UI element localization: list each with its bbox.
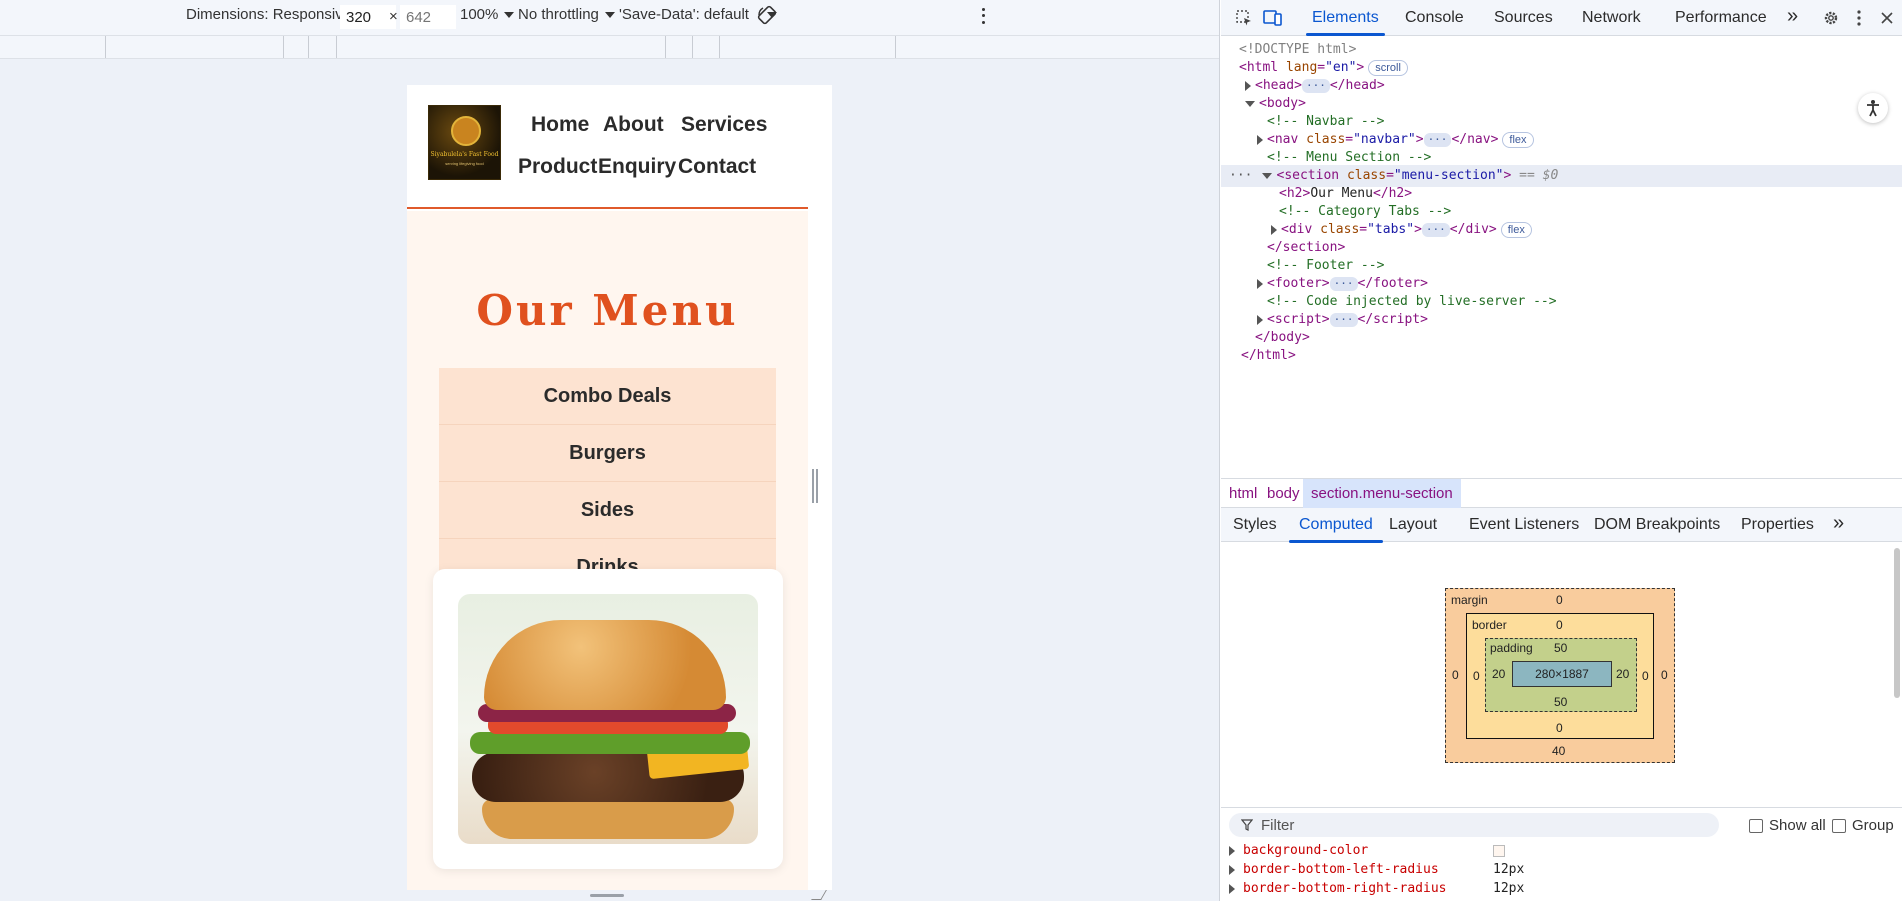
tab-network[interactable]: Network xyxy=(1582,9,1641,27)
tab-burgers[interactable]: Burgers xyxy=(439,425,776,482)
menu-title: Our Menu xyxy=(476,286,739,335)
subtab-layout[interactable]: Layout xyxy=(1389,516,1437,534)
box-model-margin[interactable]: margin 0 0 0 40 border 0 0 0 0 padding 5… xyxy=(1445,588,1675,763)
margin-right[interactable]: 0 xyxy=(1661,668,1668,682)
breadcrumb-body[interactable]: body xyxy=(1259,479,1308,508)
subtab-dom-breakpoints[interactable]: DOM Breakpoints xyxy=(1594,516,1720,534)
computed-prop-row[interactable]: border-bottom-right-radius 12px xyxy=(1221,879,1902,899)
burger-image xyxy=(458,594,758,844)
accessibility-icon[interactable] xyxy=(1858,93,1888,123)
margin-bottom[interactable]: 40 xyxy=(1552,744,1565,758)
nav-product[interactable]: Product xyxy=(518,155,597,179)
computed-prop-row[interactable]: background-color xyxy=(1221,841,1902,861)
nav-about[interactable]: About xyxy=(603,113,664,137)
devtools-panel: Elements Console Sources Network Perform… xyxy=(1221,0,1902,901)
close-icon[interactable] xyxy=(1876,7,1898,29)
group-checkbox[interactable]: Group xyxy=(1832,817,1894,834)
margin-label: margin xyxy=(1451,593,1488,607)
border-left[interactable]: 0 xyxy=(1473,669,1480,683)
padding-left[interactable]: 20 xyxy=(1492,667,1505,681)
device-emulation-area: Dimensions: Responsive × 100% No throttl… xyxy=(0,0,1220,901)
zoom-label: 100% xyxy=(460,6,499,23)
tab-combo-deals[interactable]: Combo Deals xyxy=(439,368,776,425)
tab-console[interactable]: Console xyxy=(1405,9,1464,27)
filter-placeholder: Filter xyxy=(1261,816,1295,834)
device-toolbar: Dimensions: Responsive × 100% No throttl… xyxy=(0,0,1219,35)
computed-filter-bar: Filter Show all Group xyxy=(1221,807,1902,841)
resize-handle-bottom[interactable] xyxy=(590,894,624,897)
computed-scrollbar[interactable] xyxy=(1894,548,1900,698)
subtab-event-listeners[interactable]: Event Listeners xyxy=(1469,516,1579,534)
filter-input[interactable]: Filter xyxy=(1229,813,1719,837)
tab-performance[interactable]: Performance xyxy=(1675,9,1767,27)
margin-left[interactable]: 0 xyxy=(1452,668,1459,682)
dimensions-label: Dimensions: Responsive xyxy=(186,6,352,23)
chevron-down-icon xyxy=(604,11,615,18)
media-query-ruler xyxy=(0,35,1219,59)
inspect-element-icon[interactable] xyxy=(1233,7,1255,29)
menu-item-card[interactable] xyxy=(433,569,783,869)
padding-label: padding xyxy=(1490,641,1533,655)
customize-menu-icon[interactable] xyxy=(1848,7,1870,29)
height-input[interactable] xyxy=(400,5,456,29)
rotate-icon[interactable] xyxy=(757,5,777,25)
site-logo[interactable]: Siyabulela's Fast Food serving lifegivin… xyxy=(428,105,501,180)
color-swatch[interactable] xyxy=(1493,845,1505,857)
times-sign: × xyxy=(389,8,398,25)
dom-tree: <!DOCTYPE html> <html lang="en"> scroll <… xyxy=(1221,37,1902,477)
device-toolbar-icon[interactable] xyxy=(1262,7,1284,29)
more-tabs-icon[interactable]: » xyxy=(1787,5,1798,28)
chevron-down-icon xyxy=(504,11,515,18)
burger-logo-icon xyxy=(451,116,481,146)
throttling-dropdown[interactable]: No throttling xyxy=(518,6,615,23)
margin-top[interactable]: 0 xyxy=(1556,593,1563,607)
logo-tagline: serving lifegiving food xyxy=(445,161,484,166)
border-top[interactable]: 0 xyxy=(1556,618,1563,632)
more-options-icon[interactable] xyxy=(978,6,988,26)
site-navbar: Siyabulela's Fast Food serving lifegivin… xyxy=(407,85,808,209)
dom-html-close[interactable]: </html> xyxy=(1221,345,1902,367)
nav-enquiry[interactable]: Enquiry xyxy=(598,155,676,179)
tab-sides[interactable]: Sides xyxy=(439,482,776,539)
subtab-computed[interactable]: Computed xyxy=(1289,516,1383,543)
show-all-checkbox[interactable]: Show all xyxy=(1749,817,1826,834)
padding-right[interactable]: 20 xyxy=(1616,667,1629,681)
emulated-page: Siyabulela's Fast Food serving lifegivin… xyxy=(407,85,832,890)
border-label: border xyxy=(1472,618,1507,632)
nav-services[interactable]: Services xyxy=(681,113,767,137)
border-bottom[interactable]: 0 xyxy=(1556,721,1563,735)
breadcrumb: html body section.menu-section xyxy=(1221,478,1902,508)
nav-contact[interactable]: Contact xyxy=(678,155,756,179)
zoom-dropdown[interactable]: 100% xyxy=(460,6,515,23)
breadcrumb-section[interactable]: section.menu-section xyxy=(1303,479,1461,508)
more-subtabs-icon[interactable]: » xyxy=(1833,512,1844,535)
save-data-dropdown[interactable]: 'Save-Data': default xyxy=(619,6,777,23)
logo-text: Siyabulela's Fast Food xyxy=(430,151,499,158)
box-model-border[interactable]: border 0 0 0 0 padding 50 20 20 50 280×1… xyxy=(1466,613,1654,739)
devtools-tabbar: Elements Console Sources Network Perform… xyxy=(1221,0,1902,36)
resize-handle-corner[interactable] xyxy=(811,890,827,900)
filter-icon xyxy=(1241,819,1253,831)
nav-home[interactable]: Home xyxy=(531,113,589,137)
throttling-label: No throttling xyxy=(518,6,599,23)
settings-gear-icon[interactable] xyxy=(1820,7,1842,29)
computed-properties-list: background-color border-bottom-left-radi… xyxy=(1221,841,1902,901)
subtab-properties[interactable]: Properties xyxy=(1741,516,1814,534)
tab-elements[interactable]: Elements xyxy=(1306,9,1385,36)
resize-handle-right[interactable] xyxy=(812,469,818,503)
computed-prop-row[interactable]: border-bottom-left-radius 12px xyxy=(1221,860,1902,880)
width-input[interactable] xyxy=(340,5,396,29)
padding-top[interactable]: 50 xyxy=(1554,641,1567,655)
styles-subtabs: Styles Computed Layout Event Listeners D… xyxy=(1221,508,1902,543)
save-data-label: 'Save-Data': default xyxy=(619,6,749,23)
scroll-badge[interactable]: scroll xyxy=(1368,59,1408,76)
box-model-padding[interactable]: padding 50 20 20 50 280×1887 xyxy=(1485,638,1637,712)
tab-sources[interactable]: Sources xyxy=(1494,9,1553,27)
padding-bottom[interactable]: 50 xyxy=(1554,695,1567,709)
box-model-content[interactable]: 280×1887 xyxy=(1512,661,1612,687)
subtab-styles[interactable]: Styles xyxy=(1233,516,1277,534)
border-right[interactable]: 0 xyxy=(1642,669,1649,683)
